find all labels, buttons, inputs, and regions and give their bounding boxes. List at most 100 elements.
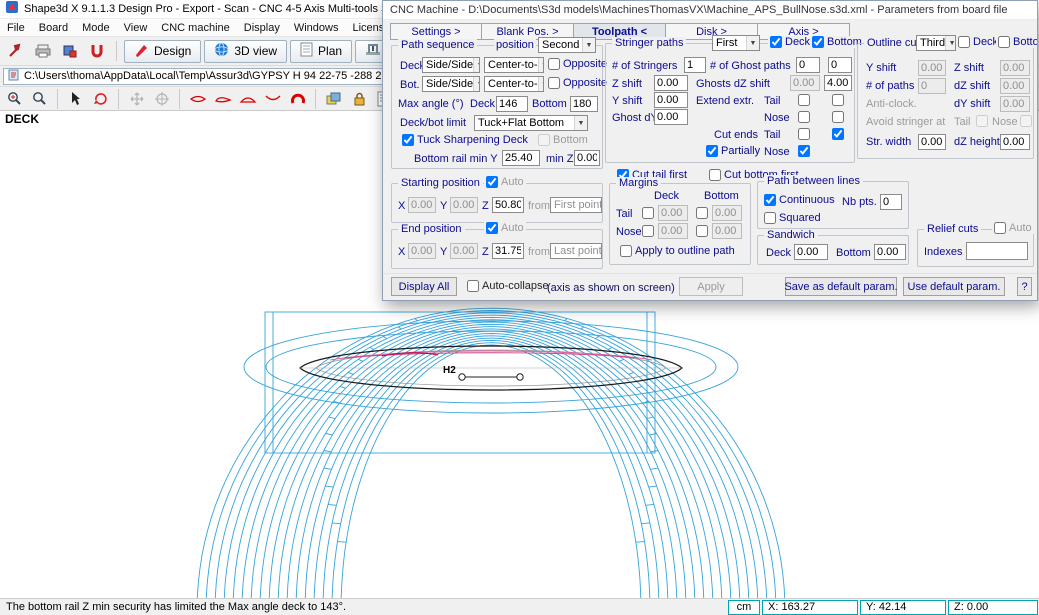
tuck-sharpening-bottom-checkbox-input[interactable] xyxy=(538,134,550,146)
bottom-opposite-checkbox[interactable]: Opposite xyxy=(548,77,607,89)
ghosts-dz-shift-field-2[interactable] xyxy=(824,75,852,91)
extend-tail-checkbox-2[interactable] xyxy=(832,94,844,106)
cut-ends-tail-checkbox-2[interactable] xyxy=(832,128,844,140)
stringer-deck-checkbox-input[interactable] xyxy=(770,36,782,48)
end-from-combo[interactable]: Last point▼ xyxy=(550,243,602,259)
zoom-in-icon[interactable] xyxy=(3,89,26,109)
margin-tail-deck-field[interactable] xyxy=(658,205,688,221)
start-y-field[interactable] xyxy=(450,197,478,213)
deck-opposite-checkbox-input[interactable] xyxy=(548,58,560,70)
save-default-param-button[interactable]: Save as default param. xyxy=(784,277,898,296)
menu-file[interactable]: File xyxy=(0,20,32,36)
str-width-field[interactable] xyxy=(918,134,946,150)
avoid-tail-checkbox[interactable] xyxy=(976,115,988,127)
end-auto-checkbox-input[interactable] xyxy=(486,222,498,234)
start-x-field[interactable] xyxy=(408,197,436,213)
3d-view-button[interactable]: 3D view xyxy=(204,39,288,63)
outline-bottom-checkbox-input[interactable] xyxy=(998,36,1010,48)
squared-checkbox[interactable]: Squared xyxy=(764,212,821,224)
outline-deck-checkbox-input[interactable] xyxy=(958,36,970,48)
tuck-sharpening-deck-checkbox[interactable]: Tuck Sharpening Deck xyxy=(402,134,528,146)
start-auto-checkbox-input[interactable] xyxy=(486,176,498,188)
cut-ends-nose-checkbox-1[interactable] xyxy=(798,145,810,157)
deck-bot-limit-combo[interactable]: Tuck+Flat Bottom ▼ xyxy=(474,115,588,131)
cut-bottom-first-checkbox-input[interactable] xyxy=(709,169,721,181)
start-z-field[interactable] xyxy=(492,197,524,213)
bottom-direction-combo[interactable]: Center-to-▼ xyxy=(484,76,544,92)
outline-dy-shift-field[interactable] xyxy=(1000,96,1030,112)
menu-view[interactable]: View xyxy=(117,20,155,36)
avoid-nose-checkbox[interactable] xyxy=(1020,115,1032,127)
max-angle-bottom-field[interactable] xyxy=(570,96,598,112)
continuous-checkbox[interactable]: Continuous xyxy=(764,194,835,206)
min-z-field[interactable] xyxy=(574,150,600,166)
tag-icon[interactable] xyxy=(58,40,82,62)
dialog-help-button[interactable]: ? xyxy=(1017,277,1032,296)
outline-bottom-checkbox[interactable]: Bottom xyxy=(996,36,1037,48)
outline-dz-shift-field[interactable] xyxy=(1000,78,1030,94)
margin-nose-bottom-field[interactable] xyxy=(712,223,742,239)
extend-nose-checkbox-1[interactable] xyxy=(798,111,810,123)
marker-point-right[interactable] xyxy=(516,373,524,381)
lock-icon[interactable] xyxy=(347,89,370,109)
layers-icon[interactable] xyxy=(322,89,345,109)
menu-board[interactable]: Board xyxy=(32,20,75,36)
y-shift-field[interactable] xyxy=(654,92,688,108)
nb-pts-field[interactable] xyxy=(880,194,902,210)
relief-auto-checkbox-input[interactable] xyxy=(994,222,1006,234)
outline-z-shift-field[interactable] xyxy=(1000,60,1030,76)
partially-checkbox[interactable]: Partially xyxy=(706,145,760,157)
outline-y-shift-field[interactable] xyxy=(918,60,946,76)
margin-tail-deck-checkbox[interactable] xyxy=(642,207,654,219)
menu-windows[interactable]: Windows xyxy=(287,20,346,36)
apply-to-outline-path-checkbox-input[interactable] xyxy=(620,245,632,257)
bottom-rail-min-y-field[interactable] xyxy=(502,150,540,166)
marker-point-left[interactable] xyxy=(458,373,466,381)
start-from-combo[interactable]: First point▼ xyxy=(550,197,602,213)
outline-deck-checkbox[interactable]: Deck xyxy=(956,36,1001,48)
design-button[interactable]: Design xyxy=(124,39,202,63)
margin-tail-bottom-checkbox[interactable] xyxy=(696,207,708,219)
deck-opposite-checkbox[interactable]: Opposite xyxy=(548,58,607,70)
board-section-icon[interactable] xyxy=(236,89,259,109)
ghost-paths-field-1[interactable] xyxy=(796,57,820,73)
tab-settings[interactable]: Settings > xyxy=(390,23,482,40)
auto-collapse-checkbox-input[interactable] xyxy=(467,280,479,292)
start-auto-checkbox[interactable]: Auto xyxy=(484,176,526,188)
board-rocker-icon[interactable] xyxy=(261,89,284,109)
outline-num-paths-field[interactable] xyxy=(918,78,946,94)
end-auto-checkbox[interactable]: Auto xyxy=(484,222,526,234)
board-profile-icon[interactable] xyxy=(211,89,234,109)
tuck-sharpening-deck-checkbox-input[interactable] xyxy=(402,134,414,146)
magnet-icon[interactable] xyxy=(85,40,109,62)
end-y-field[interactable] xyxy=(450,243,478,259)
bottom-opposite-checkbox-input[interactable] xyxy=(548,77,560,89)
margin-nose-deck-field[interactable] xyxy=(658,223,688,239)
menu-cnc-machine[interactable]: CNC machine xyxy=(154,20,236,36)
dz-height-field[interactable] xyxy=(1000,134,1030,150)
stringer-deck-checkbox[interactable]: Deck xyxy=(768,36,813,48)
margin-nose-deck-checkbox[interactable] xyxy=(642,225,654,237)
apply-button[interactable]: Apply xyxy=(679,277,743,296)
select-arrow-icon[interactable] xyxy=(64,89,87,109)
margin-nose-bottom-checkbox[interactable] xyxy=(696,225,708,237)
printer-icon[interactable] xyxy=(31,40,55,62)
margin-tail-bottom-field[interactable] xyxy=(712,205,742,221)
outline-order-combo[interactable]: Third ▼ xyxy=(916,35,956,51)
zoom-window-icon[interactable] xyxy=(28,89,51,109)
num-stringers-field[interactable] xyxy=(684,57,706,73)
deck-sequence-combo[interactable]: Side/Side▼ xyxy=(422,57,480,73)
sandwich-deck-field[interactable] xyxy=(794,244,828,260)
menu-display[interactable]: Display xyxy=(237,20,287,36)
menu-mode[interactable]: Mode xyxy=(75,20,117,36)
display-all-button[interactable]: Display All xyxy=(391,277,457,296)
relief-auto-checkbox[interactable]: Auto xyxy=(992,222,1034,234)
ghost-dy-field[interactable] xyxy=(654,109,688,125)
ghost-paths-field-2[interactable] xyxy=(828,57,852,73)
rail-angle-icon[interactable] xyxy=(286,89,309,109)
end-z-field[interactable] xyxy=(492,243,524,259)
pan-icon[interactable] xyxy=(125,89,148,109)
extend-tail-checkbox-1[interactable] xyxy=(798,94,810,106)
stringer-order-combo[interactable]: First ▼ xyxy=(712,35,760,51)
sandwich-bottom-field[interactable] xyxy=(874,244,906,260)
